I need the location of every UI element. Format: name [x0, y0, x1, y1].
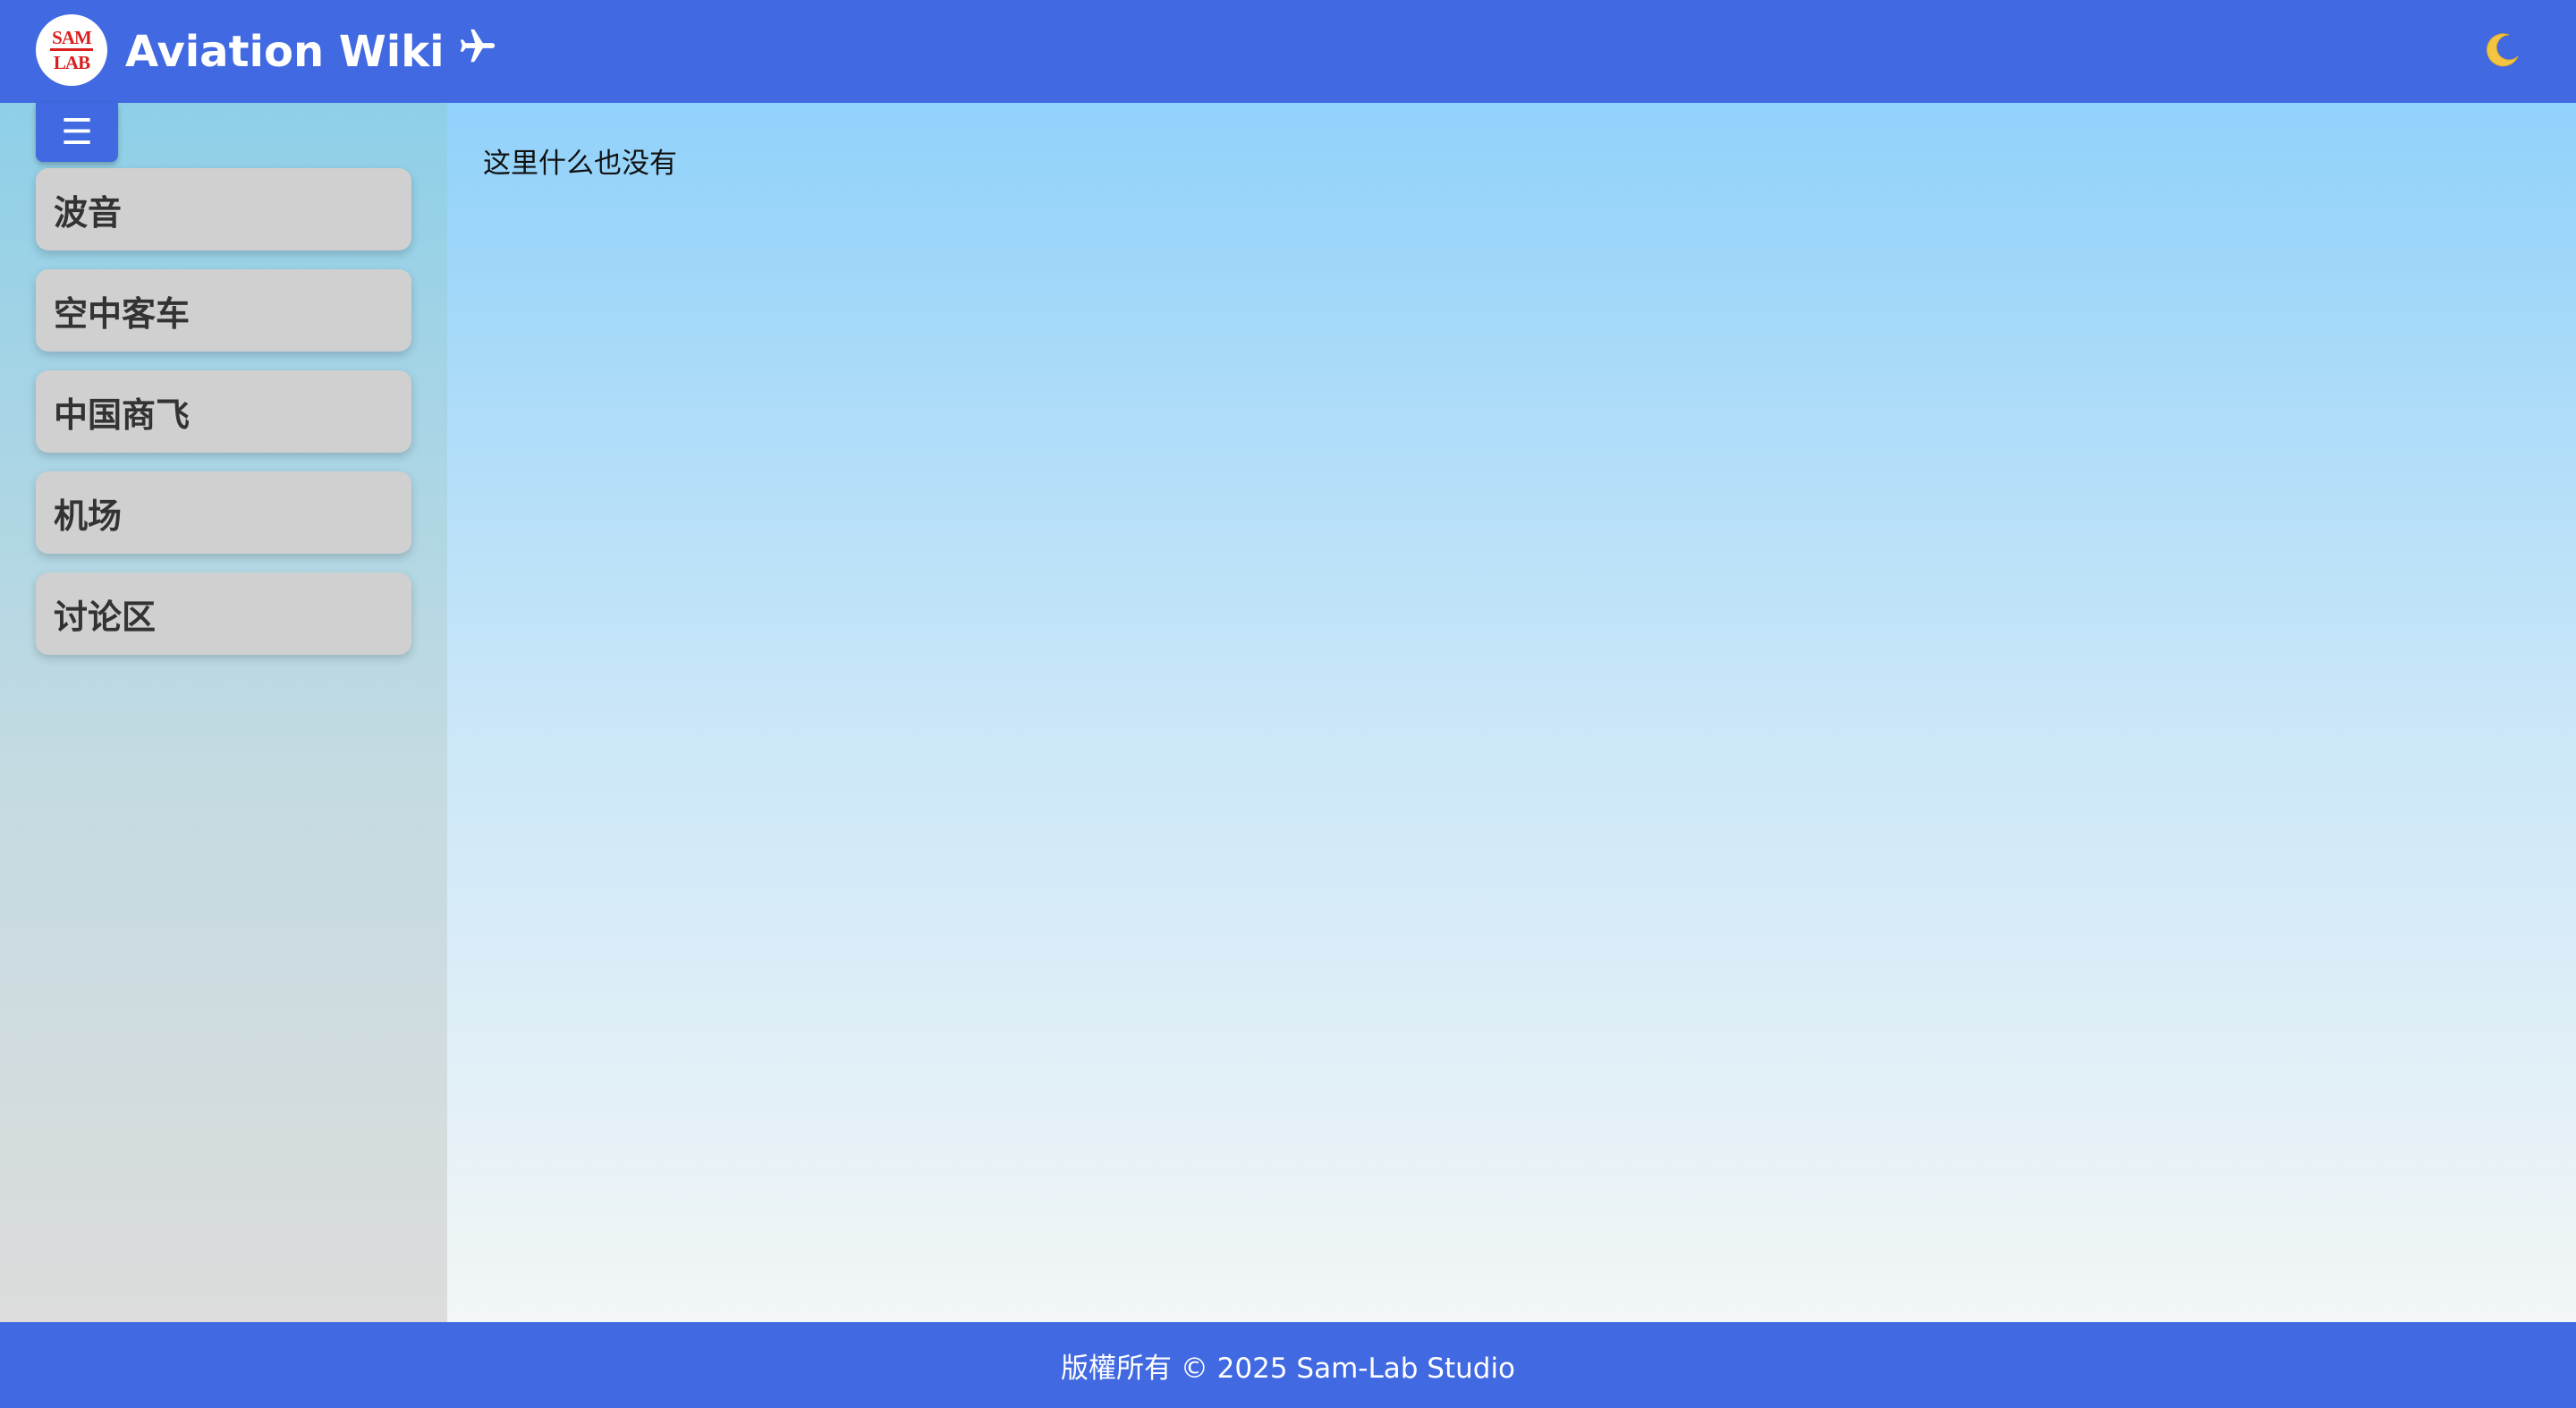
main-content: 这里什么也没有	[447, 103, 2576, 1322]
logo-text-sam: SAM	[52, 27, 92, 48]
sidebar-item-airports[interactable]: 机场	[36, 471, 411, 554]
site-title-text: Aviation Wiki	[125, 26, 445, 77]
sidebar-item-label: 中国商飞	[54, 394, 191, 435]
sidebar-item-label: 波音	[54, 192, 123, 233]
sidebar-item-comac[interactable]: 中国商飞	[36, 370, 411, 453]
empty-message: 这里什么也没有	[483, 148, 677, 180]
moon-icon	[2482, 30, 2521, 72]
sidebar: ☰ 波音 空中客车 中国商飞 机场 讨论区	[0, 103, 447, 1322]
logo-text-lab: LAB	[53, 52, 90, 73]
sidebar-item-label: 空中客车	[54, 293, 191, 334]
footer: 版權所有 © 2025 Sam-Lab Studio	[0, 1322, 2576, 1408]
theme-toggle-button[interactable]	[2479, 29, 2524, 73]
sidebar-item-boeing[interactable]: 波音	[36, 168, 411, 250]
logo-divider	[50, 48, 93, 51]
hamburger-menu-icon[interactable]: ☰	[36, 103, 118, 162]
top-header: SAM LAB Aviation Wiki	[0, 0, 2576, 103]
sidebar-item-airbus[interactable]: 空中客车	[36, 269, 411, 352]
copyright-text: 版權所有 © 2025 Sam-Lab Studio	[1060, 1352, 1516, 1385]
airplane-icon	[457, 26, 498, 78]
site-title[interactable]: Aviation Wiki	[125, 0, 498, 103]
sidebar-item-label: 讨论区	[54, 597, 157, 637]
sidebar-item-label: 机场	[54, 496, 123, 536]
sam-lab-logo[interactable]: SAM LAB	[36, 14, 107, 86]
sidebar-item-discussion[interactable]: 讨论区	[36, 573, 411, 655]
